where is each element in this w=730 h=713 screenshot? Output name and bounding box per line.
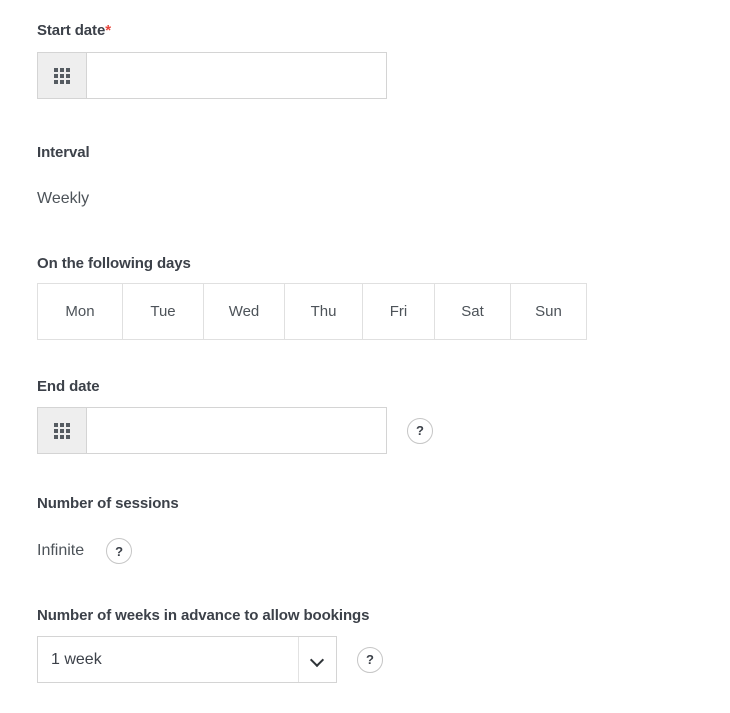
number-of-sessions-help-icon[interactable]: ? (106, 538, 132, 564)
following-days-field: On the following days Mon Tue Wed Thu Fr… (37, 256, 730, 340)
day-toggle-thu[interactable]: Thu (285, 283, 363, 340)
start-date-input[interactable] (86, 52, 387, 99)
chevron-down-icon (312, 654, 323, 665)
end-date-help-icon[interactable]: ? (407, 418, 433, 444)
weeks-in-advance-field: Number of weeks in advance to allow book… (37, 608, 730, 683)
following-days-label: On the following days (37, 256, 730, 271)
weeks-in-advance-help-icon[interactable]: ? (357, 647, 383, 673)
recurrence-settings-form: Start date* Interval Weekly On the follo… (0, 0, 730, 683)
weeks-in-advance-select[interactable]: 1 week (37, 636, 337, 683)
end-date-field: End date ? (37, 379, 730, 454)
day-toggle-wed[interactable]: Wed (204, 283, 285, 340)
day-toggle-group: Mon Tue Wed Thu Fri Sat Sun (37, 283, 730, 340)
weeks-in-advance-selected-value: 1 week (38, 637, 298, 682)
end-date-label: End date (37, 379, 730, 394)
calendar-grid-icon (54, 68, 70, 84)
number-of-sessions-label: Number of sessions (37, 496, 730, 511)
start-date-input-group (37, 52, 387, 99)
start-date-calendar-button[interactable] (37, 52, 86, 99)
end-date-input[interactable] (86, 407, 387, 454)
interval-field: Interval Weekly (37, 145, 730, 207)
weeks-in-advance-dropdown-arrow[interactable] (298, 637, 336, 682)
weeks-in-advance-label: Number of weeks in advance to allow book… (37, 608, 730, 623)
weeks-in-advance-row: 1 week ? (37, 636, 730, 683)
end-date-calendar-button[interactable] (37, 407, 86, 454)
day-toggle-fri[interactable]: Fri (363, 283, 435, 340)
start-date-label-text: Start date (37, 22, 105, 39)
end-date-row: ? (37, 407, 730, 454)
interval-value: Weekly (37, 191, 730, 207)
day-toggle-mon[interactable]: Mon (37, 283, 123, 340)
calendar-grid-icon (54, 423, 70, 439)
end-date-input-group (37, 407, 387, 454)
number-of-sessions-value: Infinite (37, 543, 84, 559)
day-toggle-tue[interactable]: Tue (123, 283, 204, 340)
start-date-label: Start date* (37, 23, 730, 38)
required-asterisk: * (105, 22, 111, 39)
day-toggle-sun[interactable]: Sun (511, 283, 587, 340)
day-toggle-sat[interactable]: Sat (435, 283, 511, 340)
start-date-field: Start date* (37, 23, 730, 99)
number-of-sessions-field: Number of sessions Infinite ? (37, 496, 730, 564)
interval-label: Interval (37, 145, 730, 160)
number-of-sessions-row: Infinite ? (37, 538, 730, 564)
